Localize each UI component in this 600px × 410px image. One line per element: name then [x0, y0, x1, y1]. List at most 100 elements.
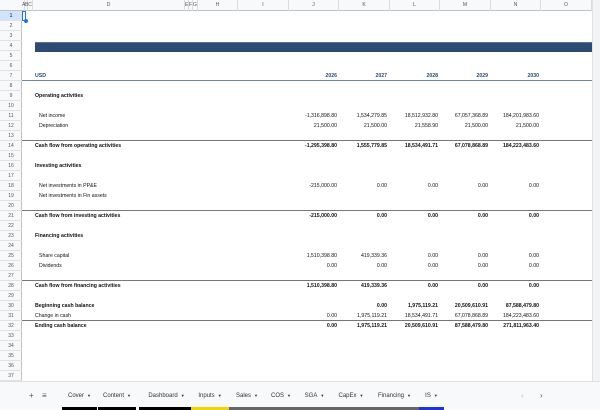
value-cell-2029[interactable]: 0.00	[440, 251, 488, 261]
row-header-19[interactable]: 19	[0, 191, 22, 201]
chevron-down-icon[interactable]: ▼	[407, 393, 411, 398]
value-cell-2029[interactable]: 0.00	[440, 211, 488, 221]
value-cell-2030[interactable]: 0.00	[491, 281, 539, 291]
fill-handle[interactable]	[24, 19, 28, 23]
row-header-24[interactable]: 24	[0, 241, 22, 251]
value-cell-2027[interactable]: 419,339.36	[339, 251, 387, 261]
chevron-down-icon[interactable]: ▼	[360, 393, 364, 398]
row-header-18[interactable]: 18	[0, 181, 22, 191]
value-cell-2030[interactable]: 0.00	[491, 261, 539, 271]
row-header-22[interactable]: 22	[0, 221, 22, 231]
value-cell-2026[interactable]: 1,510,398.80	[289, 251, 337, 261]
chevron-down-icon[interactable]: ▼	[320, 393, 324, 398]
sheet-tab-inputs[interactable]: Inputs ▼	[191, 389, 229, 410]
column-header-l[interactable]: L	[390, 0, 440, 11]
row-header-17[interactable]: 17	[0, 171, 22, 181]
sheet-tab-sales[interactable]: Sales ▼	[229, 389, 265, 410]
row-header-31[interactable]: 31	[0, 311, 22, 321]
sheet-tab-is[interactable]: IS ▼	[419, 389, 444, 410]
value-cell-2030[interactable]: 21,500.00	[491, 121, 539, 131]
row-header-20[interactable]: 20	[0, 201, 22, 211]
value-cell-2026[interactable]: 0.00	[289, 261, 337, 271]
row-header-33[interactable]: 33	[0, 331, 22, 341]
chevron-down-icon[interactable]: ▼	[218, 393, 222, 398]
sheet-tab-content[interactable]: Content ▼	[98, 389, 136, 410]
chevron-down-icon[interactable]: ▼	[254, 393, 258, 398]
row-header-23[interactable]: 23	[0, 231, 22, 241]
value-cell-2030[interactable]: 0.00	[491, 211, 539, 221]
column-header-d[interactable]: D	[33, 0, 185, 11]
chevron-down-icon[interactable]: ▼	[287, 393, 291, 398]
row-header-25[interactable]: 25	[0, 251, 22, 261]
row-header-36[interactable]: 36	[0, 361, 22, 371]
column-header-k[interactable]: K	[339, 0, 390, 11]
row-header-5[interactable]: 5	[0, 51, 22, 61]
value-cell-2026[interactable]: 0.00	[289, 321, 337, 331]
row-header-26[interactable]: 26	[0, 261, 22, 271]
value-cell-2027[interactable]: 0.00	[339, 301, 387, 311]
value-cell-2030[interactable]: 87,588,479.80	[491, 301, 539, 311]
value-cell-2027[interactable]: 0.00	[339, 181, 387, 191]
row-header-8[interactable]: 8	[0, 81, 22, 91]
value-cell-2027[interactable]: 1,555,779.85	[339, 141, 387, 151]
value-cell-2026[interactable]: -1,316,898.80	[289, 111, 337, 121]
column-header-m[interactable]: M	[440, 0, 491, 11]
value-cell-2027[interactable]: 419,339.36	[339, 281, 387, 291]
value-cell-2026[interactable]: -215,000.00	[289, 181, 337, 191]
row-header-27[interactable]: 27	[0, 271, 22, 281]
value-cell-2028[interactable]: 18,534,491.71	[390, 141, 438, 151]
vertical-scrollbar[interactable]	[592, 0, 600, 381]
row-header-15[interactable]: 15	[0, 151, 22, 161]
value-cell-2028[interactable]: 21,558.90	[390, 121, 438, 131]
value-cell-2028[interactable]: 18,512,932.80	[390, 111, 438, 121]
value-cell-2026[interactable]: 21,500.00	[289, 121, 337, 131]
row-header-11[interactable]: 11	[0, 111, 22, 121]
row-header-29[interactable]: 29	[0, 291, 22, 301]
column-header-n[interactable]: N	[491, 0, 541, 11]
value-cell-2029[interactable]: 67,078,868.89	[440, 141, 488, 151]
row-header-1[interactable]: 1	[0, 11, 22, 21]
value-cell-2026[interactable]: -215,000.00	[289, 211, 337, 221]
value-cell-2026[interactable]: -1,295,398.80	[289, 141, 337, 151]
value-cell-2029[interactable]: 0.00	[440, 261, 488, 271]
row-header-13[interactable]: 13	[0, 131, 22, 141]
value-cell-2027[interactable]: 1,975,119.21	[339, 321, 387, 331]
row-header-37[interactable]: 37	[0, 371, 22, 381]
value-cell-2030[interactable]: 0.00	[491, 181, 539, 191]
value-cell-2028[interactable]: 20,509,610.91	[390, 321, 438, 331]
sheet-tab-cover[interactable]: Cover ▼	[62, 389, 97, 410]
value-cell-2029[interactable]: 0.00	[440, 181, 488, 191]
column-header-h[interactable]: H	[198, 0, 238, 11]
value-cell-2030[interactable]: 184,223,483.60	[491, 141, 539, 151]
sheet-tab-capex[interactable]: CapEx ▼	[332, 389, 370, 410]
row-header-35[interactable]: 35	[0, 351, 22, 361]
row-header-34[interactable]: 34	[0, 341, 22, 351]
sheet-tab-cos[interactable]: COS ▼	[265, 389, 297, 410]
column-header-i[interactable]: I	[238, 0, 289, 11]
value-cell-2028[interactable]: 0.00	[390, 251, 438, 261]
value-cell-2028[interactable]: 0.00	[390, 181, 438, 191]
value-cell-2030[interactable]: 184,201,983.60	[491, 111, 539, 121]
row-header-30[interactable]: 30	[0, 301, 22, 311]
column-header-j[interactable]: J	[289, 0, 339, 11]
column-header-o[interactable]: O	[541, 0, 592, 11]
value-cell-2030[interactable]: 0.00	[491, 251, 539, 261]
row-header-2[interactable]: 2	[0, 21, 22, 31]
chevron-down-icon[interactable]: ▼	[181, 393, 185, 398]
row-header-6[interactable]: 6	[0, 61, 22, 71]
row-header-10[interactable]: 10	[0, 101, 22, 111]
value-cell-2027[interactable]: 1,534,279.85	[339, 111, 387, 121]
row-header-12[interactable]: 12	[0, 121, 22, 131]
value-cell-2026[interactable]: 1,510,398.80	[289, 281, 337, 291]
row-header-7[interactable]: 7	[0, 71, 22, 81]
value-cell-2029[interactable]: 20,509,610.91	[440, 301, 488, 311]
chevron-down-icon[interactable]: ▼	[87, 393, 91, 398]
row-header-32[interactable]: 32	[0, 321, 22, 331]
value-cell-2028[interactable]: 0.00	[390, 211, 438, 221]
value-cell-2029[interactable]: 0.00	[440, 281, 488, 291]
scroll-tabs-left-button[interactable]: ‹	[521, 389, 524, 403]
sheet-tab-dashboard[interactable]: Dashboard ▼	[139, 389, 194, 410]
all-sheets-menu-button[interactable]: ≡	[42, 389, 47, 403]
value-cell-2027[interactable]: 0.00	[339, 261, 387, 271]
row-header-14[interactable]: 14	[0, 141, 22, 151]
